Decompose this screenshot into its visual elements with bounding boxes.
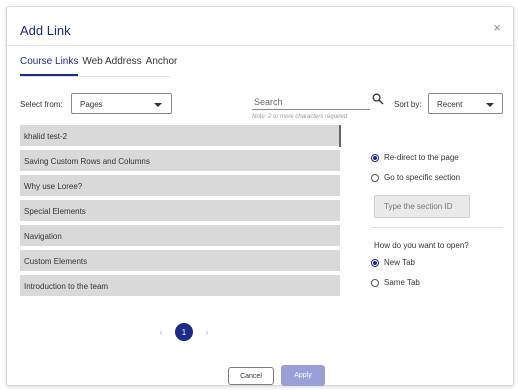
select-from-value: Pages bbox=[80, 100, 103, 109]
list-item[interactable]: Navigation bbox=[20, 225, 340, 246]
tabs-underline bbox=[20, 76, 170, 77]
chevron-left-icon[interactable]: ‹ bbox=[153, 324, 169, 340]
pagination: ‹ 1 › bbox=[153, 323, 215, 341]
radio-checked-icon bbox=[371, 153, 379, 162]
open-mode-question: How do you want to open? bbox=[374, 241, 469, 250]
new-tab-label: New Tab bbox=[384, 258, 415, 267]
tab-web-address[interactable]: Web Address bbox=[82, 56, 141, 76]
sort-by-dropdown[interactable]: Recent bbox=[428, 93, 503, 114]
sort-by-value: Recent bbox=[437, 100, 463, 109]
chevron-down-icon bbox=[486, 103, 494, 107]
page-list: khalid test-2 Saving Custom Rows and Col… bbox=[20, 125, 340, 300]
list-item[interactable]: Custom Elements bbox=[20, 250, 340, 271]
specific-section-label: Go to specific section bbox=[384, 173, 461, 182]
select-from-label: Select from: bbox=[20, 100, 63, 109]
cancel-button[interactable]: Cancel bbox=[228, 367, 274, 385]
tab-anchor[interactable]: Anchor bbox=[146, 56, 178, 76]
tab-course-links[interactable]: Course Links bbox=[20, 56, 79, 76]
section-id-input[interactable] bbox=[374, 195, 470, 218]
list-scrollbar[interactable] bbox=[339, 125, 341, 147]
list-item[interactable]: Why use Loree? bbox=[20, 175, 340, 196]
redirect-page-option[interactable]: Re-direct to the page bbox=[371, 153, 459, 162]
chevron-down-icon bbox=[154, 103, 162, 107]
radio-checked-icon bbox=[371, 258, 379, 267]
add-link-dialog: Add Link × Course Links Web Address Anch… bbox=[6, 6, 514, 386]
close-icon[interactable]: × bbox=[493, 20, 501, 35]
list-item[interactable]: Introduction to the team bbox=[20, 275, 340, 296]
same-tab-label: Same Tab bbox=[384, 278, 420, 287]
list-item[interactable]: Special Elements bbox=[20, 200, 340, 221]
list-item[interactable]: Saving Custom Rows and Columns bbox=[20, 150, 340, 171]
select-from-dropdown[interactable]: Pages bbox=[71, 93, 172, 114]
search-note: Note: 2 or more characters required bbox=[252, 114, 348, 120]
redirect-page-label: Re-direct to the page bbox=[384, 153, 459, 162]
specific-section-option[interactable]: Go to specific section bbox=[371, 173, 460, 182]
apply-button[interactable]: Apply bbox=[281, 365, 325, 386]
dialog-title: Add Link bbox=[20, 23, 71, 38]
page-number-current[interactable]: 1 bbox=[175, 323, 193, 341]
same-tab-option[interactable]: Same Tab bbox=[371, 278, 420, 287]
search-icon[interactable] bbox=[372, 93, 384, 105]
options-divider bbox=[371, 227, 503, 228]
link-type-tabs: Course Links Web Address Anchor bbox=[20, 56, 181, 76]
radio-unchecked-icon bbox=[371, 278, 379, 287]
radio-unchecked-icon bbox=[371, 173, 379, 182]
list-item[interactable]: khalid test-2 bbox=[20, 125, 340, 146]
chevron-right-icon[interactable]: › bbox=[199, 324, 215, 340]
sort-by-label: Sort by: bbox=[394, 100, 422, 109]
search-input[interactable] bbox=[252, 94, 370, 110]
new-tab-option[interactable]: New Tab bbox=[371, 258, 415, 267]
header-divider bbox=[7, 45, 513, 46]
